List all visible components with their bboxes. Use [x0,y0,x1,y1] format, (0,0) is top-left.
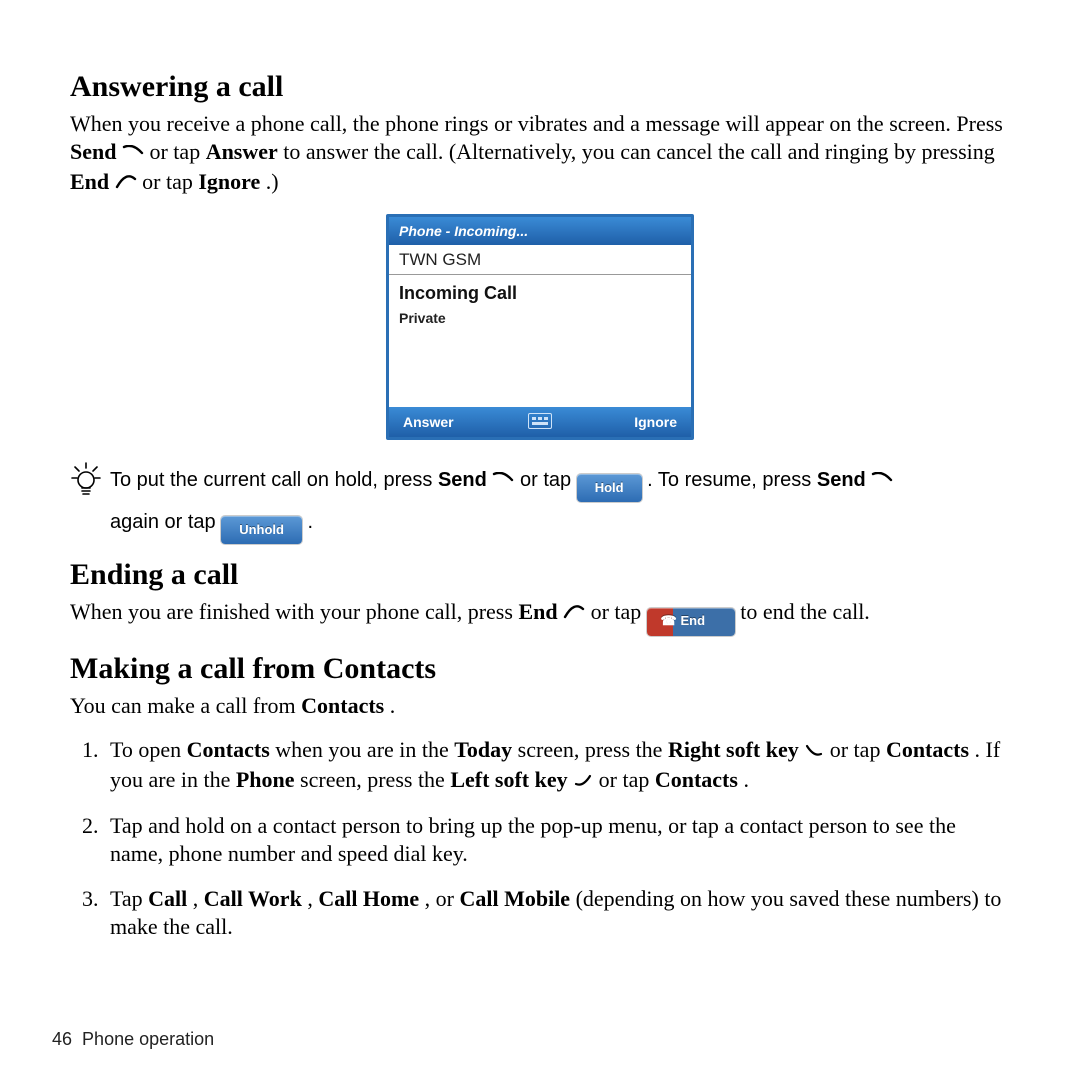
page-number: 46 [52,1029,72,1049]
left-soft-key-icon [573,768,593,796]
text: , [307,886,318,911]
kw-right-soft: Right soft key [668,737,799,762]
text: .) [266,169,279,194]
steps-list: To open Contacts when you are in the Tod… [70,736,1010,941]
phone-icon: ☎ [661,613,675,630]
incoming-label: Incoming Call [399,283,681,304]
footer-label: Phone operation [82,1029,214,1049]
text: or tap [830,737,886,762]
text: again or tap [110,511,221,533]
end-key-icon [563,600,585,628]
step-1: To open Contacts when you are in the Tod… [104,736,1010,796]
hold-button[interactable]: Hold [577,474,642,502]
screenshot-body: Incoming Call Private [389,275,691,407]
text: You can make a call from [70,693,301,718]
kw-contacts: Contacts [187,737,270,762]
text: When you receive a phone call, the phone… [70,111,1003,136]
caller-label: Private [399,310,681,326]
kw-contacts: Contacts [886,737,969,762]
kw-call-work: Call Work [204,886,302,911]
para-ending: When you are finished with your phone ca… [70,598,1010,635]
text: To open [110,737,187,762]
text: . [390,693,396,718]
text: . [308,511,314,533]
lightbulb-icon [70,462,110,500]
para-answering: When you receive a phone call, the phone… [70,110,1010,198]
kw-contacts: Contacts [301,693,384,718]
text: , or [425,886,460,911]
text: screen, press the [518,737,668,762]
kw-call: Call [148,886,187,911]
end-call-button[interactable]: ☎ End [647,608,735,636]
kw-left-soft: Left soft key [450,767,567,792]
kw-call-mobile: Call Mobile [459,886,570,911]
text: . [743,767,749,792]
softkey-answer[interactable]: Answer [389,414,523,430]
text: or tap [149,139,205,164]
kw-send: Send [438,469,487,491]
text: to end the call. [740,599,870,624]
right-soft-key-icon [804,738,824,766]
kw-ignore: Ignore [198,169,260,194]
text: . To resume, press [647,469,817,491]
para-contacts-intro: You can make a call from Contacts . [70,692,1010,720]
send-key-icon [122,140,144,168]
step-2: Tap and hold on a contact person to brin… [104,812,1010,868]
tip-text: To put the current call on hold, press S… [110,460,893,544]
text: Tap [110,886,148,911]
text: To put the current call on hold, press [110,469,438,491]
step-3: Tap Call , Call Work , Call Home , or Ca… [104,885,1010,941]
text: , [193,886,204,911]
manual-page: Answering a call When you receive a phon… [0,0,1080,1080]
send-key-icon [492,462,514,502]
heading-answering: Answering a call [70,70,1010,104]
text: or tap [520,469,577,491]
unhold-label: Unhold [239,517,284,543]
kw-end: End [70,169,109,194]
screenshot-title: Phone - Incoming... [389,217,691,245]
kw-contacts: Contacts [655,767,738,792]
tip-hold: To put the current call on hold, press S… [70,460,1010,544]
heading-contacts: Making a call from Contacts [70,652,1010,686]
softkey-bar: Answer Ignore [389,407,691,437]
text: or tap [142,169,198,194]
kw-answer: Answer [206,139,278,164]
kw-send: Send [817,469,866,491]
kw-today: Today [454,737,512,762]
keyboard-icon[interactable] [523,413,557,432]
kw-phone: Phone [236,767,295,792]
page-footer: 46 Phone operation [52,1029,214,1050]
heading-ending: Ending a call [70,558,1010,592]
text: when you are in the [275,737,454,762]
text: or tap [599,767,655,792]
softkey-ignore[interactable]: Ignore [557,414,691,430]
carrier-label: TWN GSM [389,245,691,275]
unhold-button[interactable]: Unhold [221,516,302,544]
hold-label: Hold [595,475,624,501]
kw-send: Send [70,139,116,164]
phone-incoming-screenshot: Phone - Incoming... TWN GSM Incoming Cal… [386,214,694,440]
end-label: End [681,613,706,630]
kw-end: End [518,599,557,624]
text: to answer the call. (Alternatively, you … [283,139,995,164]
end-key-icon [115,170,137,198]
send-key-icon [871,462,893,502]
kw-call-home: Call Home [318,886,419,911]
screenshot-wrap: Phone - Incoming... TWN GSM Incoming Cal… [70,214,1010,440]
text: or tap [591,599,647,624]
text: When you are finished with your phone ca… [70,599,518,624]
text: screen, press the [300,767,450,792]
